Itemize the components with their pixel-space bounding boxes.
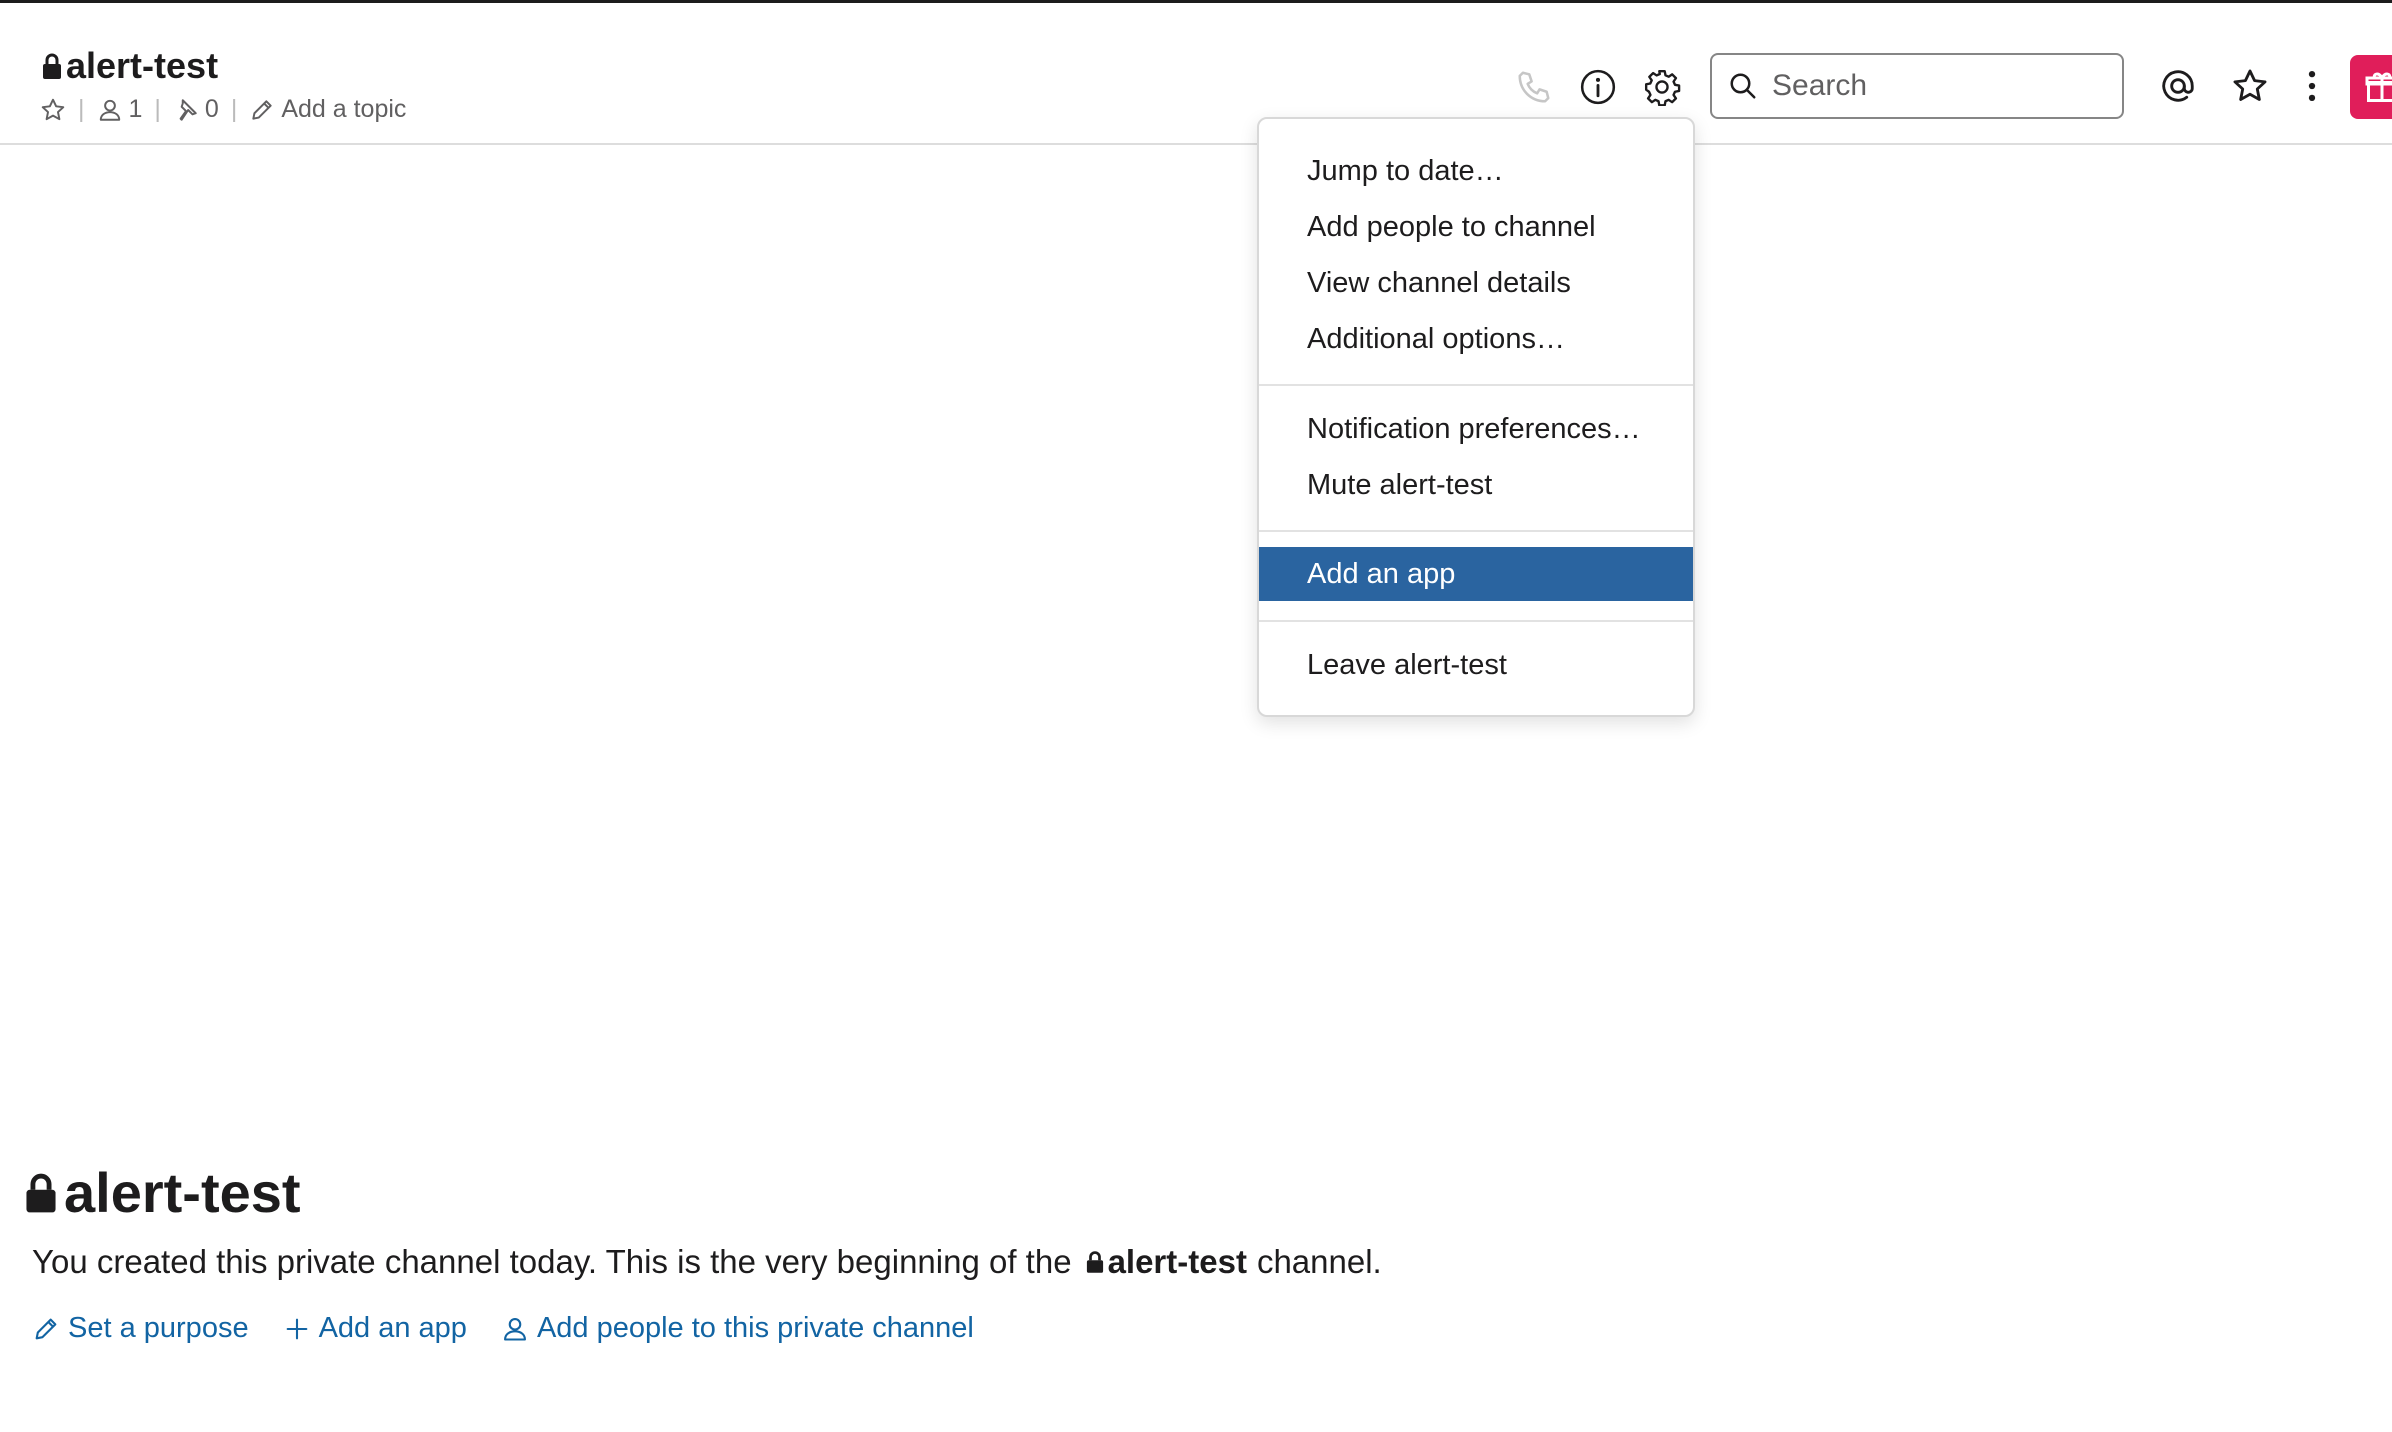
channel-header: alert-test | 1 | 0 | Add a topic bbox=[0, 3, 2392, 145]
pin-icon bbox=[179, 98, 197, 121]
search-input[interactable] bbox=[1770, 68, 2104, 104]
channel-meta: | 1 | 0 | Add a topic bbox=[40, 95, 406, 124]
star-icon bbox=[2233, 69, 2267, 101]
gift-icon bbox=[2365, 72, 2392, 102]
pinned-count-button[interactable]: 0 bbox=[173, 95, 219, 124]
star-channel-button[interactable] bbox=[40, 97, 66, 123]
menu-item-mute-channel[interactable]: Mute alert-test bbox=[1259, 458, 1693, 512]
call-button[interactable] bbox=[1514, 67, 1554, 107]
intro-channel-name: alert-test bbox=[1107, 1243, 1247, 1280]
mention-icon bbox=[2162, 70, 2194, 102]
menu-divider bbox=[1259, 620, 1693, 622]
search-icon bbox=[1730, 73, 1756, 99]
intro-title-text: alert-test bbox=[64, 1161, 301, 1224]
lock-icon bbox=[43, 53, 61, 79]
meta-separator: | bbox=[230, 95, 238, 123]
more-vertical-icon bbox=[2308, 70, 2316, 102]
search-box[interactable] bbox=[1710, 53, 2124, 119]
intro-text-suffix: channel. bbox=[1256, 1243, 1382, 1280]
phone-icon bbox=[1518, 71, 1550, 103]
intro-channel-title: alert-test bbox=[24, 1160, 301, 1225]
more-button[interactable] bbox=[2292, 66, 2332, 106]
channel-settings-button[interactable] bbox=[1642, 67, 1682, 107]
lock-icon bbox=[1086, 1251, 1103, 1273]
gift-button[interactable] bbox=[2350, 55, 2392, 119]
menu-item-leave-channel[interactable]: Leave alert-test bbox=[1259, 638, 1693, 692]
lock-icon bbox=[26, 1173, 56, 1212]
star-icon bbox=[41, 98, 65, 120]
info-icon bbox=[1580, 69, 1616, 105]
menu-item-jump-to-date[interactable]: Jump to date… bbox=[1259, 144, 1693, 198]
member-icon bbox=[503, 1317, 526, 1341]
set-purpose-label: Set a purpose bbox=[68, 1312, 249, 1344]
menu-divider bbox=[1259, 530, 1693, 532]
channel-settings-menu: Jump to date… Add people to channel View… bbox=[1257, 117, 1695, 717]
menu-divider bbox=[1259, 384, 1693, 386]
channel-name: alert-test bbox=[66, 45, 219, 86]
intro-description: You created this private channel today. … bbox=[32, 1243, 1382, 1281]
add-app-button[interactable]: Add an app bbox=[283, 1312, 467, 1345]
menu-item-add-an-app[interactable]: Add an app bbox=[1259, 547, 1693, 601]
menu-item-add-people[interactable]: Add people to channel bbox=[1259, 200, 1693, 254]
starred-items-button[interactable] bbox=[2230, 66, 2270, 106]
menu-item-view-channel-details[interactable]: View channel details bbox=[1259, 256, 1693, 310]
member-icon bbox=[99, 99, 120, 121]
set-purpose-button[interactable]: Set a purpose bbox=[32, 1312, 249, 1345]
channel-details-button[interactable] bbox=[1578, 67, 1618, 107]
member-count-button[interactable]: 1 bbox=[97, 95, 143, 124]
add-topic-label: Add a topic bbox=[281, 95, 407, 123]
add-people-button[interactable]: Add people to this private channel bbox=[501, 1312, 974, 1345]
member-count: 1 bbox=[128, 95, 143, 123]
meta-separator: | bbox=[78, 95, 85, 123]
intro-channel-mention[interactable]: alert-test bbox=[1086, 1243, 1247, 1281]
mentions-button[interactable] bbox=[2158, 66, 2198, 106]
channel-title[interactable]: alert-test bbox=[42, 45, 218, 87]
gear-icon bbox=[1644, 69, 1681, 106]
pinned-count: 0 bbox=[204, 95, 219, 123]
intro-text-prefix: You created this private channel today. … bbox=[32, 1243, 1072, 1280]
intro-actions: Set a purpose Add an app Add people to t… bbox=[32, 1312, 1008, 1345]
plus-icon bbox=[286, 1318, 307, 1339]
meta-separator: | bbox=[154, 95, 161, 123]
pencil-icon bbox=[252, 99, 272, 120]
add-app-label: Add an app bbox=[318, 1312, 467, 1344]
menu-item-additional-options[interactable]: Additional options… bbox=[1259, 312, 1693, 366]
menu-item-notification-preferences[interactable]: Notification preferences… bbox=[1259, 402, 1693, 456]
pencil-icon bbox=[35, 1318, 57, 1339]
add-people-label: Add people to this private channel bbox=[536, 1312, 974, 1344]
add-topic-button[interactable]: Add a topic bbox=[249, 95, 406, 124]
